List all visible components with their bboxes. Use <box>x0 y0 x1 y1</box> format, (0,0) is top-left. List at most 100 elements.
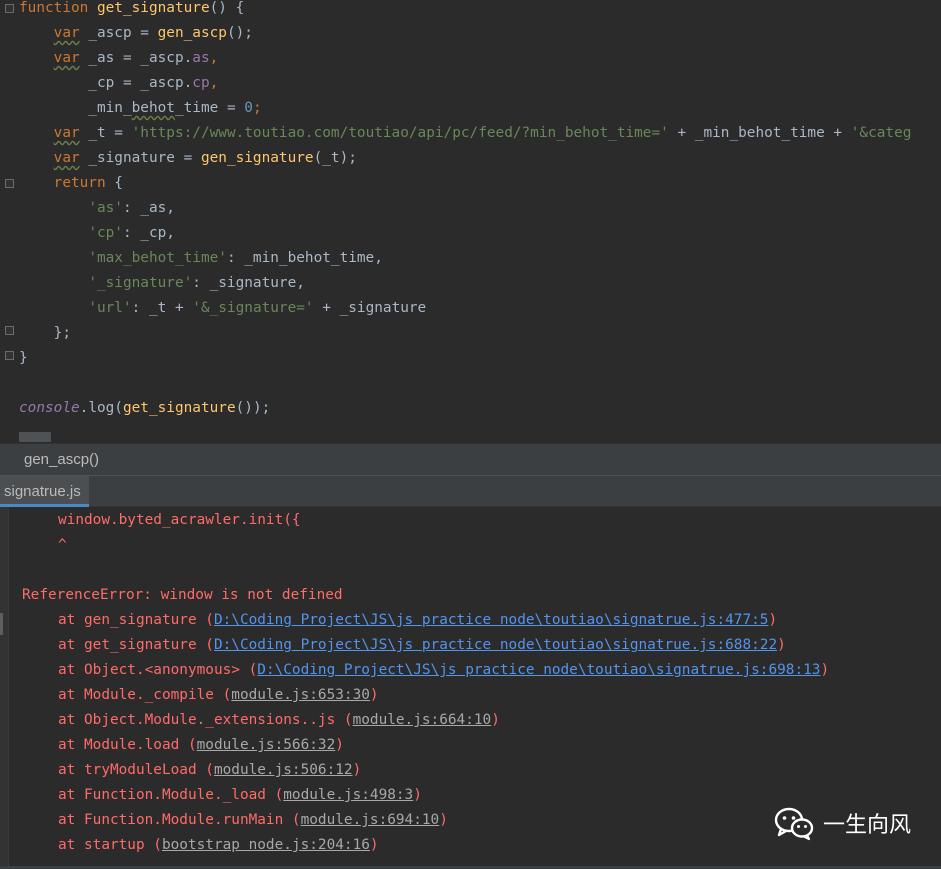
breadcrumb-item[interactable]: gen_ascp() <box>24 451 99 468</box>
stack-trace-link[interactable]: module.js:566:32 <box>197 737 336 753</box>
code-token: gen_signature <box>200 150 314 166</box>
code-token: _as = _ascp. <box>79 50 193 66</box>
console-line: window.byted_acrawler.init({ <box>58 508 301 533</box>
stack-trace-link[interactable]: module.js:694:10 <box>301 812 440 828</box>
code-line[interactable]: _min_behot_time = 0; <box>19 96 261 121</box>
console-line: at gen_signature (D:\Coding Project\JS\j… <box>58 608 777 633</box>
console-line: ^ <box>58 533 67 558</box>
code-token: function <box>19 0 97 16</box>
console-text: at Function.Module._load ( <box>58 787 284 803</box>
code-line[interactable]: 'as': _as, <box>19 196 175 221</box>
code-line[interactable]: 'url': _t + '&_signature=' + _signature <box>19 296 426 321</box>
console-text: ) <box>491 712 500 728</box>
code-line[interactable]: 'cp': _cp, <box>19 221 175 246</box>
code-token: _ascp = <box>79 25 158 41</box>
code-token: { <box>105 175 123 191</box>
code-line[interactable]: var _signature = gen_signature(_t); <box>19 146 357 171</box>
code-token: (_t); <box>313 150 357 166</box>
stack-trace-link[interactable]: module.js:498:3 <box>283 787 413 803</box>
stack-trace-link[interactable]: D:\Coding Project\JS\js practice node\to… <box>214 637 777 653</box>
code-token: var <box>53 25 80 41</box>
code-token: 'as' <box>88 200 123 216</box>
console-line: at Object.Module._extensions..js (module… <box>58 708 500 733</box>
code-token: get_signature <box>122 400 236 416</box>
code-token: var <box>53 150 80 166</box>
stack-trace-link[interactable]: bootstrap node.js:204:16 <box>162 837 370 853</box>
fold-marker-icon[interactable] <box>5 326 14 335</box>
console-line: at tryModuleLoad (module.js:506:12) <box>58 758 361 783</box>
code-token: , <box>209 50 219 66</box>
console-text: ) <box>352 762 362 778</box>
code-line[interactable]: var _as = _ascp.as, <box>19 46 219 71</box>
code-token: : _cp, <box>122 225 175 241</box>
code-line[interactable]: } <box>19 346 28 371</box>
code-token: var <box>53 125 80 141</box>
stack-trace-link[interactable]: module.js:506:12 <box>214 762 353 778</box>
code-token: cp <box>192 75 210 91</box>
breadcrumb[interactable]: gen_ascp() <box>0 443 941 475</box>
tab-signatrue-js[interactable]: signatrue.js <box>0 476 89 507</box>
code-token: () { <box>209 0 245 16</box>
console-text: ^ <box>58 537 67 553</box>
code-token: '&categ <box>850 125 912 141</box>
code-token: } <box>19 350 28 366</box>
code-line[interactable]: 'max_behot_time': _min_behot_time, <box>19 246 383 271</box>
console-line: at get_signature (D:\Coding Project\JS\j… <box>58 633 786 658</box>
code-token: _min_ <box>19 100 132 116</box>
code-token: : _min_behot_time, <box>226 250 383 266</box>
code-token: : _signature, <box>192 275 305 291</box>
code-token: _cp = _ascp. <box>19 75 193 91</box>
console-line: at Module._compile (module.js:653:30) <box>58 683 379 708</box>
stack-trace-link[interactable]: D:\Coding Project\JS\js practice node\to… <box>257 662 820 678</box>
code-line[interactable]: return { <box>19 171 123 196</box>
horizontal-scrollbar[interactable] <box>19 432 51 442</box>
code-token: 'url' <box>88 300 132 316</box>
code-line[interactable]: _cp = _ascp.cp, <box>19 71 218 96</box>
stack-trace-link[interactable]: module.js:653:30 <box>231 687 370 703</box>
console-text: at Object.Module._extensions..js ( <box>58 712 353 728</box>
console-text: ) <box>413 787 422 803</box>
console-text: at Function.Module.runMain ( <box>58 812 301 828</box>
code-line[interactable]: var _ascp = gen_ascp(); <box>19 21 253 46</box>
console-line: at startup (bootstrap node.js:204:16) <box>58 833 379 858</box>
console-gutter <box>0 507 9 869</box>
code-token: , <box>209 75 219 91</box>
code-editor[interactable]: function get_signature() { var _ascp = g… <box>0 0 941 443</box>
wechat-icon <box>774 807 814 841</box>
console-text: ) <box>335 737 344 753</box>
code-line[interactable]: '_signature': _signature, <box>19 271 305 296</box>
code-line[interactable]: function get_signature() { <box>19 0 244 21</box>
stack-trace-link[interactable]: module.js:664:10 <box>353 712 492 728</box>
console-text: at Module.load ( <box>58 737 197 753</box>
fold-marker-icon[interactable] <box>5 351 14 360</box>
fold-marker-icon[interactable] <box>5 4 14 13</box>
code-token: : _as, <box>122 200 175 216</box>
console-text: ) <box>777 637 786 653</box>
code-token: '_signature' <box>88 275 193 291</box>
code-line[interactable]: var _t = 'https://www.toutiao.com/toutia… <box>19 121 912 146</box>
code-token: 'max_behot_time' <box>88 250 227 266</box>
console-text: at Module._compile ( <box>58 687 232 703</box>
console-text: window.byted_acrawler.init({ <box>58 512 301 528</box>
console-text: ) <box>369 687 379 703</box>
console-line: at Module.load (module.js:566:32) <box>58 733 344 758</box>
code-token: return <box>53 175 106 191</box>
code-token: 0 <box>244 100 253 116</box>
code-token: _t = <box>79 125 132 141</box>
code-line[interactable]: console.log(get_signature()); <box>19 396 270 421</box>
code-line[interactable]: }; <box>19 321 71 346</box>
console-line: at Function.Module.runMain (module.js:69… <box>58 808 448 833</box>
fold-marker-icon[interactable] <box>5 179 14 188</box>
stack-trace-link[interactable]: D:\Coding Project\JS\js practice node\to… <box>214 612 769 628</box>
console-text: ReferenceError: window is not defined <box>22 587 343 603</box>
code-token: var <box>53 50 80 66</box>
console-line: at Function.Module._load (module.js:498:… <box>58 783 422 808</box>
console-scroll-marker <box>0 613 3 635</box>
